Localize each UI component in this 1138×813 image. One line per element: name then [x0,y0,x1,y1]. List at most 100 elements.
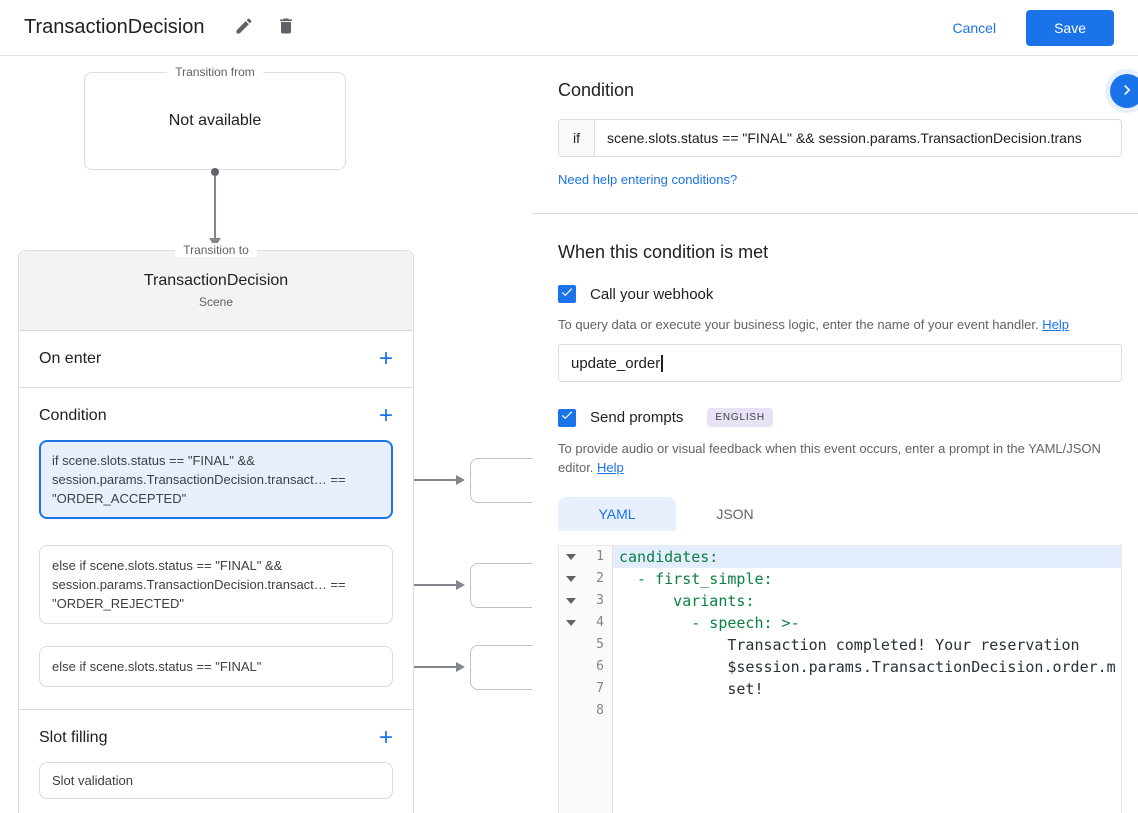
condition-card-final[interactable]: else if scene.slots.status == "FINAL" [39,646,393,687]
when-condition-met-title: When this condition is met [558,242,769,262]
fold-icon[interactable] [559,590,583,612]
code-line: candidates: [613,546,1121,568]
code-empty [613,722,1121,813]
panel-title: Condition [558,80,635,100]
add-slot-button[interactable]: + [379,726,393,750]
edit-title-button[interactable] [228,12,260,44]
code-line: Transaction completed! Your reservation [619,636,1080,654]
line-number: 4 [583,612,613,634]
send-prompts-label: Send prompts [590,409,684,426]
transition-target-box[interactable] [470,645,532,690]
transition-target-box[interactable] [470,563,532,608]
send-prompts-checkbox[interactable] [558,408,576,427]
webhook-name-input[interactable]: update_order [558,344,1122,382]
prompts-help-link[interactable]: Help [597,460,624,475]
text-cursor [661,354,663,372]
prompts-helper-body: To provide audio or visual feedback when… [558,441,1101,475]
editor-empty-area[interactable] [559,722,1121,813]
slot-filling-label: Slot filling [39,729,108,746]
line-number: 6 [583,656,613,678]
slot-filling-section: Slot filling + [19,709,413,762]
plus-icon: + [378,724,393,751]
condition-section-label: Condition [39,407,107,424]
yaml-editor[interactable]: 1 candidates: 2 - first_simple: 3 varian… [558,545,1122,813]
transition-from-value: Not available [168,112,262,129]
webhook-checkbox[interactable] [558,285,576,303]
line-number: 8 [583,700,613,722]
line-number: 7 [583,678,613,700]
scene-diagram-canvas: Transition from Not available Transition… [0,56,532,813]
transition-to-label: Transition to [175,243,257,257]
gutter-spacer [583,722,613,813]
add-condition-button[interactable]: + [379,404,393,428]
condition-expression-input[interactable] [595,120,1121,156]
tab-yaml[interactable]: YAML [558,497,676,531]
code-line-row[interactable]: 3 variants: [559,590,1121,612]
webhook-help-link[interactable]: Help [1042,317,1069,332]
transition-from-label: Transition from [167,65,263,79]
plus-icon: + [378,402,393,429]
delete-scene-button[interactable] [270,12,302,44]
webhook-name-value: update_order [571,354,661,372]
language-badge: ENGLISH [707,408,773,427]
if-label: if [559,120,595,156]
condition-expression-row: if [558,119,1122,157]
fold-icon[interactable] [559,568,583,590]
code-line-row[interactable]: 7 set! [559,678,1121,700]
gutter-spacer [559,722,583,813]
code-line: set! [619,680,764,698]
webhook-helper-body: To query data or execute your business l… [558,317,1039,332]
line-number: 3 [583,590,613,612]
code-line: variants: [619,592,755,610]
condition-card-accepted[interactable]: if scene.slots.status == "FINAL" && sess… [39,440,393,519]
scene-card-header[interactable]: TransactionDecision Scene [19,251,413,331]
on-enter-label: On enter [39,350,102,367]
transition-from-box: Transition from Not available [84,65,346,170]
collapse-panel-button[interactable] [1110,74,1138,108]
scene-name: TransactionDecision [143,272,289,289]
on-enter-section: On enter + [19,331,413,388]
webhook-helper-text: To query data or execute your business l… [558,315,1122,334]
plus-icon: + [378,345,393,372]
code-line-row[interactable]: 1 candidates: [559,546,1121,568]
save-button[interactable]: Save [1026,9,1114,46]
top-bar: TransactionDecision Cancel Save [0,0,1138,56]
code-line-row[interactable]: 5 Transaction completed! Your reservatio… [559,634,1121,656]
condition-section: Condition + [19,388,413,440]
conditions-help-link[interactable]: Need help entering conditions? [558,172,737,187]
line-number: 2 [583,568,613,590]
code-line-row[interactable]: 2 - first_simple: [559,568,1121,590]
fold-icon[interactable] [559,546,583,568]
trash-icon [276,16,296,39]
transition-target-box[interactable] [470,458,532,503]
gutter-spacer [559,634,583,656]
webhook-checkbox-label: Call your webhook [590,285,714,303]
call-webhook-row: Call your webhook [558,285,1122,303]
code-line: - first_simple: [619,570,773,588]
line-number: 1 [583,546,613,568]
check-icon [560,285,574,304]
condition-card-rejected[interactable]: else if scene.slots.status == "FINAL" &&… [39,545,393,624]
code-line-row[interactable]: 8 [559,700,1121,722]
prompts-helper-text: To provide audio or visual feedback when… [558,439,1122,477]
check-icon [560,408,574,427]
tab-json[interactable]: JSON [676,497,794,531]
page-title: TransactionDecision [24,16,205,38]
slot-validation-card[interactable]: Slot validation [39,762,393,799]
gutter-spacer [559,678,583,700]
fold-icon[interactable] [559,612,583,634]
code-line: - speech: >- [619,614,800,632]
send-prompts-row: Send prompts ENGLISH [558,408,1122,427]
scene-type: Scene [198,295,234,309]
panel-divider [532,213,1138,214]
code-line-row[interactable]: 4 - speech: >- [559,612,1121,634]
add-on-enter-button[interactable]: + [379,347,393,371]
code-line-row[interactable]: 6 $session.params.TransactionDecision.or… [559,656,1121,678]
gutter-spacer [559,700,583,722]
line-number: 5 [583,634,613,656]
chevron-right-icon [1117,80,1137,103]
condition-editor-panel: Condition if Need help entering conditio… [532,56,1138,813]
cancel-button[interactable]: Cancel [952,20,996,36]
pencil-icon [234,16,254,39]
